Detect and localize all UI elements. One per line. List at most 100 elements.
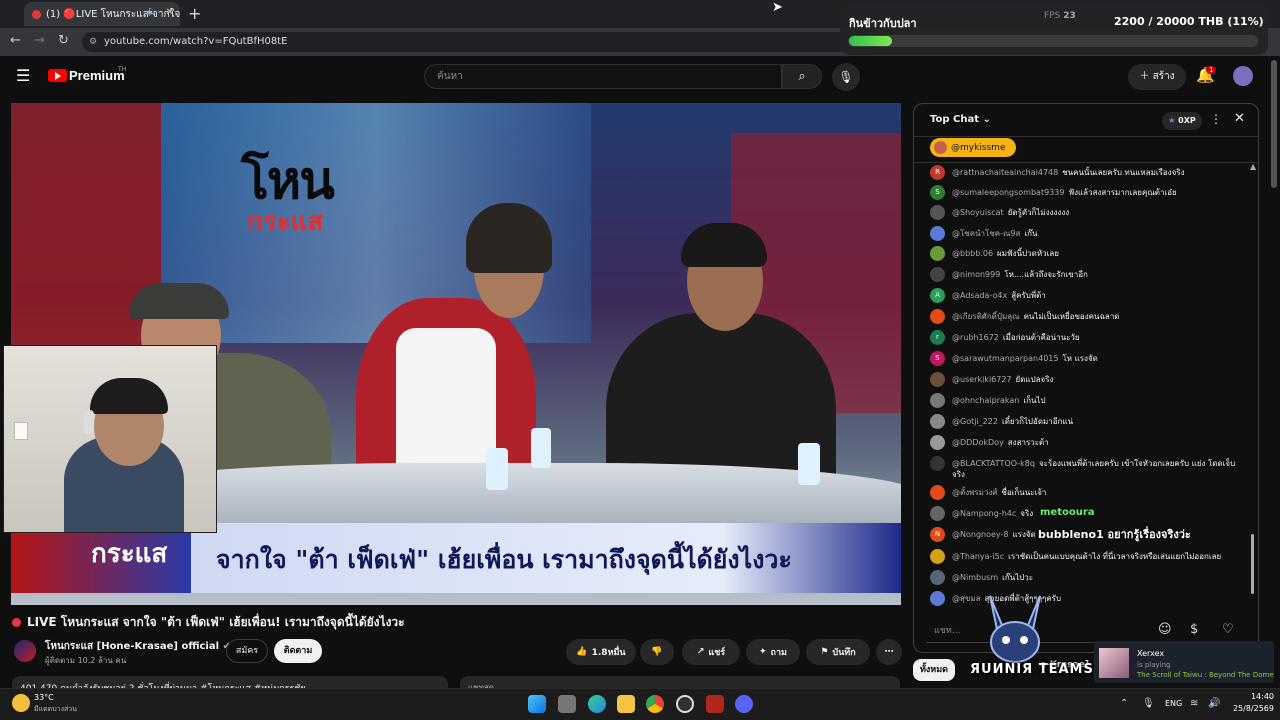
chat-more-icon[interactable]: ⋮ — [1210, 112, 1222, 126]
chat-username[interactable]: @ตั้งพรมวงศ์ — [952, 488, 997, 497]
avatar[interactable] — [930, 372, 945, 387]
chat-username[interactable]: @Nimbusm — [952, 573, 998, 582]
chat-username[interactable]: @sarawutmanparpan4015 — [952, 354, 1058, 363]
chat-message[interactable]: @ตั้งพรมวงศ์ ชื่อเก็นนะเจ้า — [930, 485, 1242, 500]
chat-username[interactable]: @ohnchaiprakan — [952, 396, 1019, 405]
avatar[interactable]: R — [930, 165, 945, 180]
volume-icon[interactable]: 🔊 — [1208, 698, 1220, 709]
obs-icon[interactable] — [676, 695, 694, 713]
start-icon[interactable] — [528, 695, 546, 713]
avatar[interactable] — [930, 435, 945, 450]
avatar[interactable]: N — [930, 527, 945, 542]
dislike-button[interactable]: 👎 — [640, 639, 674, 665]
chat-mode-dropdown[interactable]: Top Chat ⌄ — [930, 114, 991, 125]
avatar[interactable]: A — [930, 288, 945, 303]
new-tab-button[interactable]: + — [188, 4, 201, 23]
chat-message[interactable]: R @rattnachaiteainchai4748 ชนคนนั้นเลยครับ… — [930, 165, 1242, 180]
avatar[interactable] — [930, 570, 945, 585]
create-button[interactable]: ＋ สร้าง — [1128, 64, 1186, 90]
subscribe-button[interactable]: ติดตาม — [274, 639, 322, 663]
chat-username[interactable]: @BLACKTATTOO-k8q — [952, 459, 1035, 468]
file-explorer-icon[interactable] — [617, 695, 635, 713]
avatar[interactable] — [930, 506, 945, 521]
discord-icon[interactable] — [735, 695, 753, 713]
chat-username[interactable]: @userkiki6727 — [952, 375, 1012, 384]
page-scrollbar[interactable] — [1271, 60, 1277, 188]
chat-username[interactable]: @bbbb.06 — [952, 249, 993, 258]
language-indicator[interactable]: ENG — [1165, 699, 1182, 708]
app-icon[interactable] — [706, 695, 724, 713]
mic-icon[interactable]: 🎙 — [832, 63, 860, 91]
avatar[interactable] — [930, 205, 945, 220]
chat-message[interactable]: @Nimbusm เก๊นไปวะ — [930, 570, 1242, 585]
address-bar[interactable]: ⚙ youtube.com/watch?v=FQutBfH08tE — [82, 32, 872, 52]
chat-message[interactable]: @BLACKTATTOO-k8q จะร้องแพนพี่ต้าเลยครับ เ… — [930, 456, 1242, 480]
avatar[interactable]: r — [930, 330, 945, 345]
speaker-icon[interactable]: 🔈 — [147, 7, 158, 17]
chat-message[interactable]: @โชคนำโชค-ณ9ส เก๊น — [930, 226, 1242, 241]
chat-username[interactable]: @โชคนำโชค-ณ9ส — [952, 229, 1020, 238]
chrome-icon[interactable] — [646, 695, 664, 713]
share-button[interactable]: ↗ แชร์ — [682, 639, 740, 665]
chat-username[interactable]: @rubh1672 — [952, 333, 999, 342]
chat-message[interactable]: @เกียรติศักดิ์ปุ๋มลุณ คนไม่เป็นเหยื่อของค… — [930, 309, 1242, 324]
edge-icon[interactable] — [588, 695, 606, 713]
join-button[interactable]: สมัคร — [226, 639, 268, 663]
channel-avatar[interactable] — [14, 640, 36, 662]
save-button[interactable]: ⚑ บันทึก — [806, 639, 870, 665]
avatar[interactable] — [930, 549, 945, 564]
chat-username[interactable]: @Thanya-i5c — [952, 552, 1004, 561]
avatar[interactable] — [930, 267, 945, 282]
chat-username[interactable]: @เกียรติศักดิ์ปุ๋มลุณ — [952, 312, 1020, 321]
chip-all[interactable]: ทั้งหมด — [913, 659, 955, 681]
chat-message[interactable]: r @rubh1672 เมื่อก่อนต้าคือน่านะวัย — [930, 330, 1242, 345]
chat-username[interactable]: @rattnachaiteainchai4748 — [952, 168, 1058, 177]
chat-message[interactable]: @bbbb.06 ผมฟังนี้ปวดหัวเลย — [930, 246, 1242, 261]
avatar[interactable] — [930, 591, 945, 606]
like-button[interactable]: 👍 1.8หมื่น — [566, 639, 636, 665]
chat-message[interactable]: @nimon999 โห....แล้วถึงจะรักเขาอีก — [930, 267, 1242, 282]
avatar[interactable] — [930, 309, 945, 324]
avatar[interactable]: S — [930, 185, 945, 200]
chat-message[interactable]: S @sarawutmanparpan4015 โห แรงจัด — [930, 351, 1242, 366]
chat-message[interactable]: S @sumaleepongsombat9339 ฟังแล้วสงสารมากเล… — [930, 185, 1242, 200]
avatar[interactable] — [930, 414, 945, 429]
heart-icon[interactable]: ♡ — [1222, 622, 1234, 637]
ask-button[interactable]: ✦ ถาม — [746, 639, 800, 665]
emoji-icon[interactable]: ☺ — [1158, 622, 1172, 637]
chat-scrollbar[interactable] — [1251, 534, 1254, 594]
avatar[interactable] — [930, 393, 945, 408]
more-button[interactable]: ⋯ — [876, 639, 902, 665]
forward-icon[interactable]: → — [34, 33, 45, 48]
logo-text[interactable]: Premium — [69, 68, 125, 83]
channel-name[interactable]: โหนกระแส [Hone-Krasae] official ✔ — [45, 639, 231, 654]
chat-message[interactable]: @ohnchaiprakan เก็นไป — [930, 393, 1242, 408]
browser-tab-active[interactable]: (1) 🔴LIVE โหนกระแส จากใจ 🔈 ✕ — [24, 2, 180, 26]
chat-message[interactable]: @Shoyuiscat ยัดรู้ตัวก็ไม่งงงงงง — [930, 205, 1242, 220]
reload-icon[interactable]: ↻ — [58, 33, 69, 48]
scroll-up-icon[interactable]: ▲ — [1250, 162, 1256, 171]
chat-username[interactable]: @Nongnoey-8 — [952, 530, 1008, 539]
task-view-icon[interactable] — [558, 695, 576, 713]
close-icon[interactable]: ✕ — [166, 7, 174, 18]
chat-username[interactable]: @nimon999 — [952, 270, 1000, 279]
wifi-icon[interactable]: ≋ — [1190, 698, 1198, 709]
hamburger-menu-icon[interactable]: ☰ — [16, 66, 30, 85]
chat-message[interactable]: @Gotji_222 เดี๋ยวก็ไปอัดมาอีกแน่ — [930, 414, 1242, 429]
chat-username[interactable]: @Shoyuiscat — [952, 208, 1004, 217]
chat-message[interactable]: @Thanya-i5c เราชัดเป็นคนแบบคุณต้าไง ที่นี… — [930, 549, 1242, 564]
avatar[interactable] — [930, 456, 945, 471]
avatar[interactable] — [930, 226, 945, 241]
close-icon[interactable]: ✕ — [1234, 111, 1245, 126]
avatar[interactable] — [930, 485, 945, 500]
clock-date[interactable]: 25/8/2569 — [1228, 704, 1274, 713]
mic-icon[interactable]: 🎙 — [1142, 698, 1155, 709]
chat-message[interactable]: @userkiki6727 ยัดแปลจริง — [930, 372, 1242, 387]
pinned-user-chip[interactable]: @mykissme — [930, 138, 1016, 157]
chat-message[interactable]: A @Adsada-o4x สู้ครับพี่ต้า — [930, 288, 1242, 303]
chat-username[interactable]: @DDDokDoy — [952, 438, 1004, 447]
chat-username[interactable]: @sumaleepongsombat9339 — [952, 188, 1064, 197]
avatar[interactable]: S — [930, 351, 945, 366]
clock-time[interactable]: 14:40 — [1240, 692, 1274, 701]
chevron-up-icon[interactable]: ⌃ — [1120, 698, 1128, 709]
